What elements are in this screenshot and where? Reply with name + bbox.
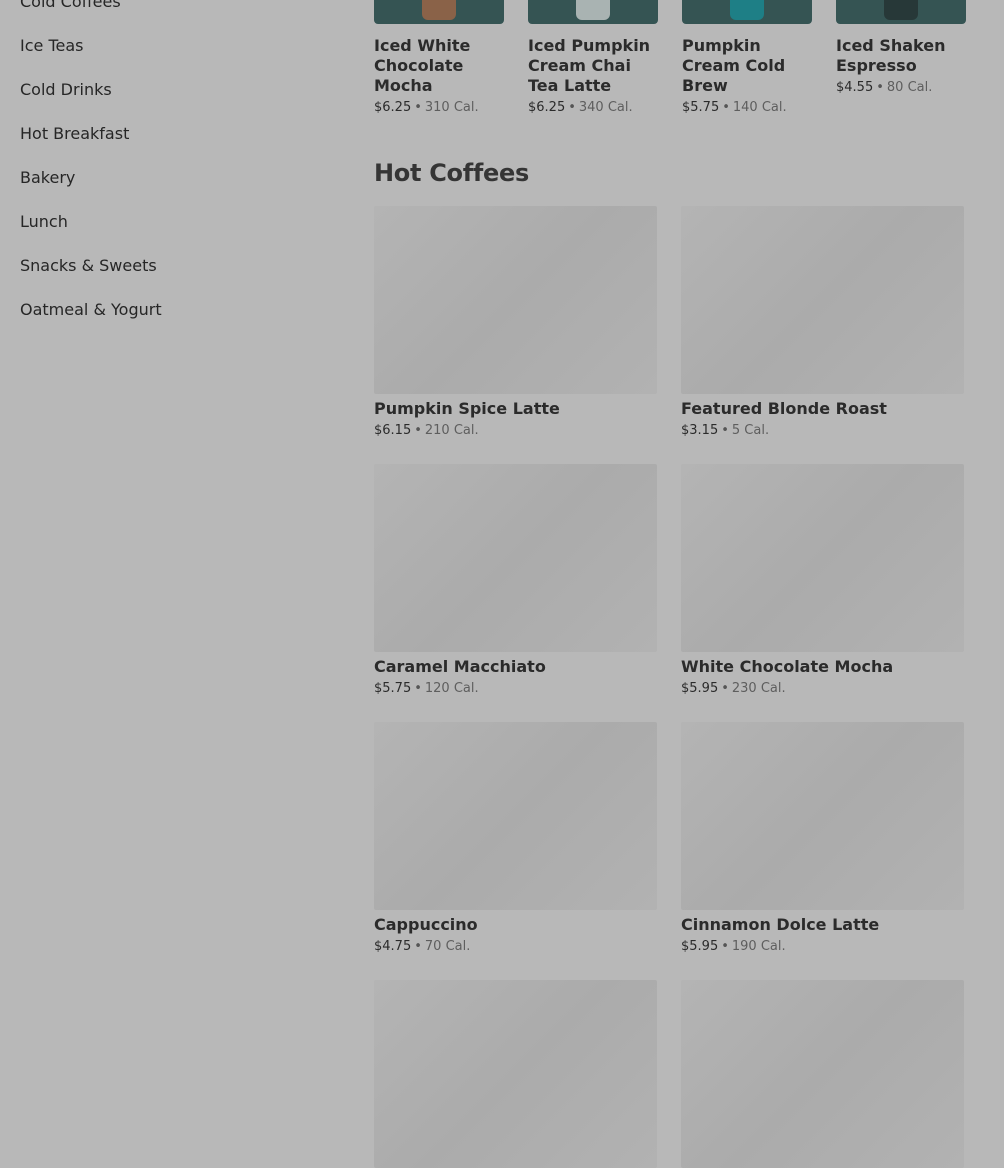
product-meta: $5.75 • 120 Cal.: [374, 681, 657, 697]
product-image-placeholder[interactable]: [681, 722, 964, 910]
product-meta: $6.15 • 210 Cal.: [374, 423, 657, 439]
product-calories: 210 Cal.: [424, 423, 479, 438]
sidebar-item-lunch[interactable]: Lunch: [20, 212, 320, 256]
sidebar-item-oatmeal-yogurt[interactable]: Oatmeal & Yogurt: [20, 300, 320, 344]
separator-dot: •: [414, 100, 422, 115]
product-image[interactable]: [528, 0, 658, 24]
product-meta: $4.75 • 70 Cal.: [374, 939, 657, 955]
product-image-placeholder[interactable]: [681, 980, 964, 1168]
product-price: $5.75: [374, 681, 412, 696]
sidebar-item-snacks-sweets[interactable]: Snacks & Sweets: [20, 256, 320, 300]
separator-dot: •: [568, 100, 576, 115]
product-price: $6.15: [374, 423, 412, 438]
drink-cup-icon: [730, 0, 764, 20]
product-name[interactable]: White Chocolate Mocha: [681, 657, 964, 677]
product-image-placeholder[interactable]: [374, 722, 657, 910]
sidebar-item-ice-teas[interactable]: Ice Teas: [20, 36, 320, 80]
product-meta: $6.25 • 340 Cal.: [528, 100, 658, 116]
product-card-iced-white-chocolate-mocha[interactable]: Iced White Chocolate Mocha $6.25 • 310 Cal…: [374, 0, 504, 116]
product-calories: 80 Cal.: [886, 80, 933, 95]
product-price: $5.75: [682, 100, 720, 115]
product-image-placeholder[interactable]: [681, 206, 964, 394]
product-calories: 70 Cal.: [424, 939, 471, 954]
separator-dot: •: [414, 681, 422, 696]
product-price: $4.55: [836, 80, 874, 95]
product-price: $6.25: [374, 100, 412, 115]
product-calories: 5 Cal.: [731, 423, 770, 438]
product-price: $4.75: [374, 939, 412, 954]
product-name[interactable]: Caramel Macchiato: [374, 657, 657, 677]
product-image-placeholder[interactable]: [374, 980, 657, 1168]
product-price: $3.15: [681, 423, 719, 438]
product-card-iced-shaken-espresso[interactable]: Iced Shaken Espresso $4.55 • 80 Cal.: [836, 0, 966, 116]
product-price: $5.95: [681, 681, 719, 696]
product-image-placeholder[interactable]: [374, 206, 657, 394]
category-sidebar: Cold Coffees Ice Teas Cold Drinks Hot Br…: [20, 0, 320, 344]
product-calories: 140 Cal.: [732, 100, 787, 115]
product-card-cappuccino[interactable]: Cappuccino $4.75 • 70 Cal.: [374, 722, 657, 955]
product-image-placeholder[interactable]: [374, 464, 657, 652]
separator-dot: •: [876, 80, 884, 95]
product-name[interactable]: Pumpkin Cream Cold Brew: [682, 36, 812, 96]
product-image[interactable]: [374, 0, 504, 24]
separator-dot: •: [722, 100, 730, 115]
product-meta: $3.15 • 5 Cal.: [681, 423, 964, 439]
product-meta: $5.75 • 140 Cal.: [682, 100, 812, 116]
product-name[interactable]: Iced White Chocolate Mocha: [374, 36, 504, 96]
drink-cup-icon: [576, 0, 610, 20]
product-name[interactable]: Pumpkin Spice Latte: [374, 399, 657, 419]
product-name[interactable]: Cappuccino: [374, 915, 657, 935]
sidebar-item-hot-breakfast[interactable]: Hot Breakfast: [20, 124, 320, 168]
product-price: $6.25: [528, 100, 566, 115]
product-calories: 190 Cal.: [731, 939, 786, 954]
separator-dot: •: [721, 681, 729, 696]
separator-dot: •: [414, 939, 422, 954]
product-calories: 340 Cal.: [578, 100, 633, 115]
separator-dot: •: [721, 939, 729, 954]
product-name[interactable]: Cinnamon Dolce Latte: [681, 915, 964, 935]
product-card-cinnamon-dolce-latte[interactable]: Cinnamon Dolce Latte $5.95 • 190 Cal.: [681, 722, 964, 955]
product-card[interactable]: [374, 980, 657, 1168]
product-image[interactable]: [836, 0, 966, 24]
product-card-caramel-macchiato[interactable]: Caramel Macchiato $5.75 • 120 Cal.: [374, 464, 657, 697]
section-title: Hot Coffees: [374, 159, 529, 187]
product-card-white-chocolate-mocha[interactable]: White Chocolate Mocha $5.95 • 230 Cal.: [681, 464, 964, 697]
product-meta: $5.95 • 190 Cal.: [681, 939, 964, 955]
product-card-featured-blonde-roast[interactable]: Featured Blonde Roast $3.15 • 5 Cal.: [681, 206, 964, 439]
product-meta: $4.55 • 80 Cal.: [836, 80, 966, 96]
product-name[interactable]: Iced Pumpkin Cream Chai Tea Latte: [528, 36, 658, 96]
product-price: $5.95: [681, 939, 719, 954]
drink-cup-icon: [884, 0, 918, 20]
product-card-pumpkin-cream-cold-brew[interactable]: Pumpkin Cream Cold Brew $5.75 • 140 Cal.: [682, 0, 812, 116]
product-name[interactable]: Featured Blonde Roast: [681, 399, 964, 419]
sidebar-item-cold-coffees[interactable]: Cold Coffees: [20, 0, 320, 36]
sidebar-item-cold-drinks[interactable]: Cold Drinks: [20, 80, 320, 124]
product-calories: 230 Cal.: [731, 681, 786, 696]
product-image[interactable]: [682, 0, 812, 24]
product-calories: 310 Cal.: [424, 100, 479, 115]
sidebar-item-bakery[interactable]: Bakery: [20, 168, 320, 212]
product-name[interactable]: Iced Shaken Espresso: [836, 36, 966, 76]
product-row: Iced White Chocolate Mocha $6.25 • 310 Cal…: [374, 0, 966, 116]
product-calories: 120 Cal.: [424, 681, 479, 696]
product-meta: $5.95 • 230 Cal.: [681, 681, 964, 697]
separator-dot: •: [414, 423, 422, 438]
separator-dot: •: [721, 423, 729, 438]
product-image-placeholder[interactable]: [681, 464, 964, 652]
drink-cup-icon: [422, 0, 456, 20]
product-card[interactable]: [681, 980, 964, 1168]
product-card-iced-pumpkin-cream-chai-tea-latte[interactable]: Iced Pumpkin Cream Chai Tea Latte $6.25 •…: [528, 0, 658, 116]
product-card-pumpkin-spice-latte[interactable]: Pumpkin Spice Latte $6.15 • 210 Cal.: [374, 206, 657, 439]
product-meta: $6.25 • 310 Cal.: [374, 100, 504, 116]
